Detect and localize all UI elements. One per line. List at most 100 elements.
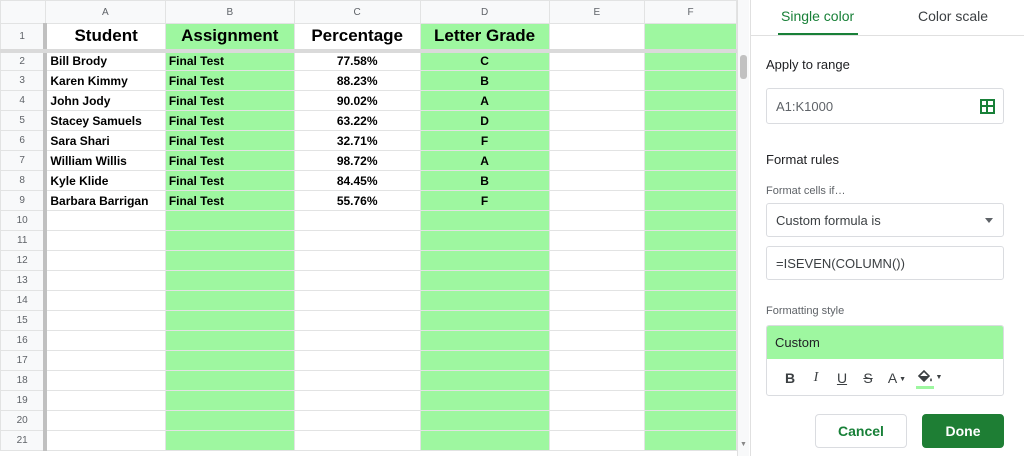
table-cell[interactable] — [44, 350, 166, 371]
table-cell[interactable] — [644, 290, 737, 311]
table-cell[interactable] — [164, 330, 295, 351]
table-cell[interactable] — [164, 230, 295, 251]
table-cell[interactable] — [164, 370, 295, 391]
table-cell[interactable] — [548, 290, 646, 311]
row-header[interactable]: 16 — [0, 330, 48, 351]
table-cell[interactable] — [44, 270, 166, 291]
row-header[interactable]: 15 — [0, 310, 48, 331]
table-cell[interactable] — [548, 210, 646, 231]
table-cell[interactable] — [548, 250, 646, 271]
table-cell[interactable] — [293, 310, 421, 331]
table-cell[interactable] — [293, 210, 421, 231]
table-cell[interactable]: 84.45% — [293, 170, 421, 191]
cancel-button[interactable]: Cancel — [815, 414, 907, 448]
table-cell[interactable] — [644, 370, 737, 391]
table-cell[interactable] — [644, 330, 737, 351]
table-cell[interactable]: John Jody — [44, 90, 166, 111]
table-cell[interactable] — [548, 430, 646, 451]
scroll-down-icon[interactable]: ▼ — [740, 441, 747, 448]
table-cell[interactable] — [419, 390, 550, 411]
table-cell[interactable] — [548, 170, 646, 191]
vertical-scrollbar[interactable]: ▼ — [737, 0, 749, 456]
table-cell[interactable] — [293, 410, 421, 431]
table-cell[interactable] — [293, 390, 421, 411]
scrollbar-thumb[interactable] — [740, 55, 747, 79]
table-cell[interactable] — [419, 370, 550, 391]
table-cell[interactable] — [548, 370, 646, 391]
table-cell[interactable] — [44, 290, 166, 311]
table-cell[interactable] — [548, 150, 646, 171]
table-cell[interactable] — [644, 150, 737, 171]
table-cell[interactable] — [644, 250, 737, 271]
done-button[interactable]: Done — [922, 414, 1004, 448]
table-cell[interactable]: A — [419, 150, 550, 171]
table-cell[interactable]: 98.72% — [293, 150, 421, 171]
table-cell[interactable] — [548, 350, 646, 371]
table-cell[interactable] — [293, 250, 421, 271]
table-cell[interactable]: Karen Kimmy — [44, 70, 166, 91]
table-cell[interactable] — [548, 110, 646, 131]
table-cell[interactable]: D — [419, 110, 550, 131]
table-cell[interactable] — [419, 250, 550, 271]
table-cell[interactable] — [644, 130, 737, 151]
table-cell[interactable] — [44, 370, 166, 391]
table-cell[interactable] — [419, 350, 550, 371]
row-header[interactable]: 20 — [0, 410, 48, 431]
table-cell[interactable] — [644, 190, 737, 211]
table-cell[interactable]: Bill Brody — [44, 50, 166, 71]
row-header[interactable]: 9 — [0, 190, 48, 211]
bold-button[interactable]: B — [777, 370, 803, 386]
table-cell[interactable] — [644, 430, 737, 451]
table-cell[interactable] — [419, 330, 550, 351]
table-cell[interactable]: 32.71% — [293, 130, 421, 151]
table-cell[interactable] — [44, 330, 166, 351]
table-cell[interactable] — [164, 250, 295, 271]
column-header-c[interactable]: C — [293, 0, 421, 24]
table-cell[interactable] — [164, 210, 295, 231]
column-header-d[interactable]: D — [419, 0, 550, 24]
column-header-f[interactable]: F — [644, 0, 737, 24]
table-cell[interactable]: Sara Shari — [44, 130, 166, 151]
table-cell[interactable] — [44, 390, 166, 411]
row-header[interactable]: 21 — [0, 430, 48, 451]
table-cell[interactable]: Kyle Klide — [44, 170, 166, 191]
row-header[interactable]: 4 — [0, 90, 48, 111]
cell-b1[interactable]: Assignment — [164, 23, 295, 53]
table-cell[interactable] — [44, 410, 166, 431]
column-header-a[interactable]: A — [44, 0, 166, 24]
row-header[interactable]: 10 — [0, 210, 48, 231]
table-cell[interactable] — [644, 270, 737, 291]
table-cell[interactable] — [164, 410, 295, 431]
row-header[interactable]: 18 — [0, 370, 48, 391]
table-cell[interactable]: Final Test — [164, 90, 295, 111]
table-cell[interactable] — [293, 370, 421, 391]
text-color-button[interactable]: A ▼ — [881, 370, 913, 386]
table-cell[interactable] — [419, 430, 550, 451]
table-cell[interactable] — [548, 330, 646, 351]
table-cell[interactable] — [293, 270, 421, 291]
table-cell[interactable] — [44, 230, 166, 251]
cell-table[interactable]: A B C D E F 1 Student Assignment Percent… — [0, 0, 737, 451]
cell-e1[interactable] — [548, 23, 646, 53]
table-cell[interactable] — [548, 230, 646, 251]
table-cell[interactable]: Final Test — [164, 70, 295, 91]
table-cell[interactable] — [644, 230, 737, 251]
table-cell[interactable]: B — [419, 170, 550, 191]
table-cell[interactable] — [164, 270, 295, 291]
table-cell[interactable] — [293, 330, 421, 351]
table-cell[interactable] — [419, 310, 550, 331]
table-cell[interactable] — [44, 250, 166, 271]
table-cell[interactable] — [44, 430, 166, 451]
table-cell[interactable]: Final Test — [164, 150, 295, 171]
table-cell[interactable] — [164, 350, 295, 371]
table-cell[interactable]: 63.22% — [293, 110, 421, 131]
table-cell[interactable] — [293, 350, 421, 371]
table-cell[interactable] — [419, 230, 550, 251]
table-cell[interactable] — [548, 70, 646, 91]
row-header[interactable]: 3 — [0, 70, 48, 91]
column-header-e[interactable]: E — [548, 0, 646, 24]
cell-a1[interactable]: Student — [44, 23, 166, 53]
row-header[interactable]: 12 — [0, 250, 48, 271]
table-cell[interactable] — [293, 230, 421, 251]
table-cell[interactable]: 77.58% — [293, 50, 421, 71]
